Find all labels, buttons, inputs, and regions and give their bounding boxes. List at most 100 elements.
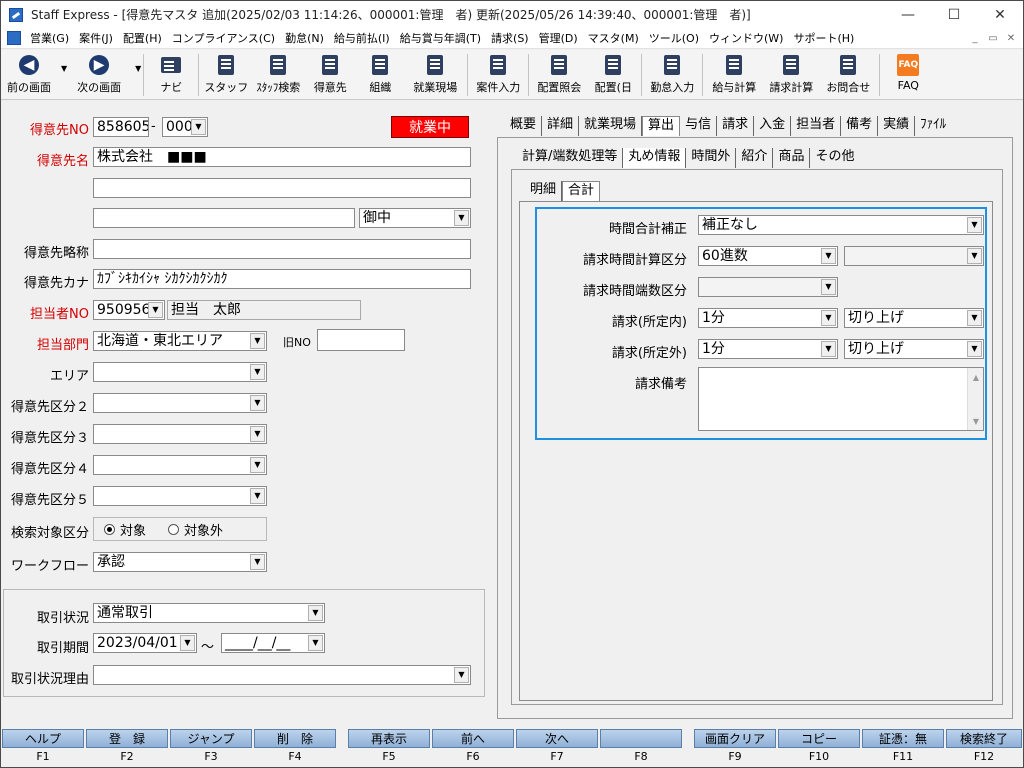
client-name-input[interactable]: 株式会社 ■■■	[93, 147, 471, 167]
menu-window[interactable]: ウィンドウ(W)	[704, 30, 788, 46]
billing-in-method-select[interactable]: 切り上げ ▼	[844, 308, 984, 328]
client-button[interactable]: 得意先	[305, 50, 355, 100]
fkey-copy[interactable]: コピー F10	[777, 729, 861, 767]
time-total-select[interactable]: 補正なし ▼	[698, 215, 984, 235]
tab-products[interactable]: 商品	[773, 148, 811, 168]
scroll-down-icon[interactable]: ▼	[968, 414, 984, 428]
fkey-f8[interactable]: F8	[599, 729, 683, 767]
billing-out-unit-select[interactable]: 1分 ▼	[698, 339, 838, 359]
tab-overtime[interactable]: 時間外	[686, 148, 737, 168]
menu-sales[interactable]: 営業(G)	[25, 30, 74, 46]
fkey-jump[interactable]: ジャンプ F3	[169, 729, 253, 767]
note-scrollbar[interactable]: ▲ ▼	[967, 368, 983, 430]
tab-person[interactable]: 担当者	[791, 116, 842, 136]
client-name-line3-input[interactable]	[93, 208, 355, 228]
forward-dropdown-icon[interactable]: ▼	[135, 64, 141, 99]
menu-assignment[interactable]: 配置(H)	[118, 30, 167, 46]
mdi-minimize-button[interactable]: _	[967, 30, 983, 46]
document-icon[interactable]	[7, 31, 21, 45]
client-no-input[interactable]: 858605	[93, 117, 149, 137]
menu-attendance[interactable]: 勤怠(N)	[280, 30, 329, 46]
minimize-button[interactable]: —	[885, 1, 931, 28]
menu-support[interactable]: サポート(H)	[788, 30, 859, 46]
fkey-register[interactable]: 登 録 F2	[85, 729, 169, 767]
work-site-button[interactable]: 就業現場	[405, 50, 465, 100]
client-name-line2-input[interactable]	[93, 178, 471, 198]
tab-results[interactable]: 実績	[878, 116, 916, 136]
maximize-button[interactable]: ☐	[931, 1, 977, 28]
fkey-refresh[interactable]: 再表示 F5	[347, 729, 431, 767]
billing-in-unit-select[interactable]: 1分 ▼	[698, 308, 838, 328]
tab-detail[interactable]: 詳細	[542, 116, 580, 136]
fkey-next[interactable]: 次へ F7	[515, 729, 599, 767]
menu-tools[interactable]: ツール(O)	[644, 30, 704, 46]
tab-others[interactable]: その他	[810, 148, 859, 168]
calc-type-select[interactable]: 60進数 ▼	[698, 246, 838, 266]
tab-rounding[interactable]: 丸め情報	[623, 148, 687, 168]
person-no-select[interactable]: 950956 ▼	[93, 300, 165, 320]
inquiry-button[interactable]: お問合せ	[819, 50, 877, 100]
mdi-close-button[interactable]: ✕	[1003, 30, 1019, 46]
fkey-end-search[interactable]: 検索終了 F12	[945, 729, 1023, 767]
tab-overview[interactable]: 概要	[505, 116, 543, 136]
tab-payment[interactable]: 入金	[754, 116, 792, 136]
billing-calc-button[interactable]: 請求計算	[763, 50, 819, 100]
area-select[interactable]: ▼	[93, 362, 267, 382]
billing-note-textarea[interactable]: ▲ ▼	[698, 367, 984, 431]
staff-button[interactable]: スタッフ	[201, 50, 251, 100]
faq-button[interactable]: FAQ FAQ	[882, 50, 934, 100]
tab-billing[interactable]: 請求	[717, 116, 755, 136]
client-branch-select[interactable]: 000 ▼	[162, 117, 208, 137]
menu-billing[interactable]: 請求(S)	[486, 30, 534, 46]
staff-search-button[interactable]: ｽﾀｯﾌ検索	[251, 50, 305, 100]
tab-file[interactable]: ﾌｧｲﾙ	[915, 116, 951, 136]
tab-notes[interactable]: 備考	[841, 116, 879, 136]
assign-day-button[interactable]: 配置(日	[587, 50, 639, 100]
menu-cases[interactable]: 案件(J)	[74, 30, 118, 46]
dept-select[interactable]: 北海道・東北エリア ▼	[93, 331, 267, 351]
old-no-input[interactable]	[317, 329, 405, 351]
kana-input[interactable]: ｶﾌﾞｼｷｶｲｼｬ ｼｶｸｼｶｸｼｶｸ	[93, 269, 471, 289]
tab-introduction[interactable]: 紹介	[736, 148, 774, 168]
search-target-off-radio[interactable]: 対象外	[168, 520, 223, 539]
close-button[interactable]: ✕	[977, 1, 1023, 28]
honorific-select[interactable]: 御中 ▼	[359, 208, 471, 228]
payroll-button[interactable]: 給与計算	[705, 50, 763, 100]
assign-inquiry-button[interactable]: 配置照会	[531, 50, 587, 100]
tab-credit[interactable]: 与信	[680, 116, 718, 136]
navi-button[interactable]: ナビ	[146, 50, 196, 100]
trade-status-select[interactable]: 通常取引 ▼	[93, 603, 325, 623]
menu-compliance[interactable]: コンプライアンス(C)	[167, 30, 280, 46]
short-name-input[interactable]	[93, 239, 471, 259]
menu-payroll[interactable]: 給与賞与年調(T)	[395, 30, 486, 46]
attendance-input-button[interactable]: 勤怠入力	[644, 50, 700, 100]
menu-admin[interactable]: 管理(D)	[534, 30, 583, 46]
mdi-restore-button[interactable]: ▭	[985, 30, 1001, 46]
fraction-type-select[interactable]: ▼	[698, 277, 838, 297]
workflow-select[interactable]: 承認 ▼	[93, 552, 267, 572]
fkey-delete[interactable]: 削 除 F4	[253, 729, 337, 767]
fkey-clear-screen[interactable]: 画面クリア F9	[693, 729, 777, 767]
category5-select[interactable]: ▼	[93, 486, 267, 506]
tab-calculation[interactable]: 算出	[642, 116, 681, 136]
fkey-help[interactable]: ヘルプ F1	[1, 729, 85, 767]
tab-rounding-detail[interactable]: 明細	[525, 181, 563, 201]
fkey-previous[interactable]: 前へ F6	[431, 729, 515, 767]
category3-select[interactable]: ▼	[93, 424, 267, 444]
back-button[interactable]: ◀ 前の画面	[1, 50, 57, 100]
case-input-button[interactable]: 案件入力	[470, 50, 526, 100]
category4-select[interactable]: ▼	[93, 455, 267, 475]
calc-type-sub-select[interactable]: ▼	[844, 246, 984, 266]
tab-rounding-total[interactable]: 合計	[562, 181, 601, 201]
trade-reason-select[interactable]: ▼	[93, 665, 471, 685]
search-target-on-radio[interactable]: 対象	[104, 520, 146, 539]
fkey-voucher[interactable]: 証憑：無 F11	[861, 729, 945, 767]
billing-out-method-select[interactable]: 切り上げ ▼	[844, 339, 984, 359]
tab-work-site[interactable]: 就業現場	[579, 116, 643, 136]
scroll-up-icon[interactable]: ▲	[968, 370, 984, 384]
menu-advance-pay[interactable]: 給与前払(I)	[329, 30, 395, 46]
organization-button[interactable]: 組織	[355, 50, 405, 100]
forward-button[interactable]: ▶ 次の画面	[67, 50, 131, 100]
category2-select[interactable]: ▼	[93, 393, 267, 413]
menu-master[interactable]: マスタ(M)	[583, 30, 644, 46]
